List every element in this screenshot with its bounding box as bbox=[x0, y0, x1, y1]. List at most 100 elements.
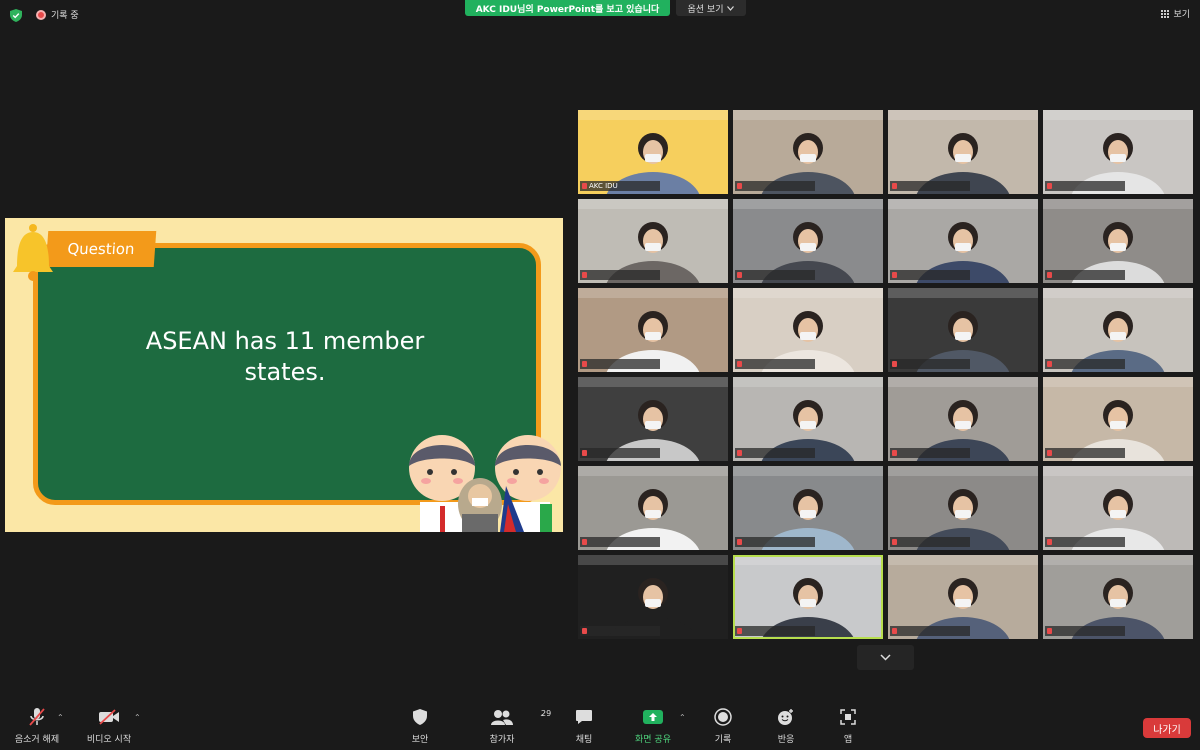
slide-text-line: ASEAN has 11 member bbox=[145, 327, 425, 355]
participant-name: AKC IDU bbox=[589, 182, 618, 190]
participants-button[interactable]: 29 참가자 bbox=[467, 705, 552, 745]
participant-name-tag bbox=[1045, 448, 1125, 458]
slide-text: ASEAN has 11 member states. bbox=[65, 326, 505, 388]
leave-meeting-button[interactable]: 나가기 bbox=[1143, 718, 1191, 738]
muted-mic-icon bbox=[892, 183, 897, 189]
muted-mic-icon bbox=[892, 539, 897, 545]
participant-video-tile[interactable] bbox=[733, 199, 883, 283]
participant-name-tag bbox=[890, 270, 970, 280]
participant-name-tag bbox=[735, 626, 815, 636]
recording-icon bbox=[36, 9, 46, 20]
recording-indicator[interactable]: 기록 중 bbox=[36, 8, 79, 21]
muted-mic-icon bbox=[1047, 361, 1052, 367]
muted-mic-icon bbox=[582, 272, 587, 278]
reactions-button[interactable]: 반응 bbox=[751, 705, 821, 745]
participant-video-tile[interactable] bbox=[888, 466, 1038, 550]
participant-video-tile[interactable] bbox=[1043, 199, 1193, 283]
muted-mic-icon bbox=[582, 539, 587, 545]
question-label: Question bbox=[45, 231, 157, 267]
participant-name-tag bbox=[890, 626, 970, 636]
participant-name-tag bbox=[580, 448, 660, 458]
muted-mic-icon bbox=[892, 450, 897, 456]
start-video-button[interactable]: 비디오 시작 bbox=[74, 705, 144, 745]
screen-share-banner: AKC IDU님의 PowerPoint를 보고 있습니다 bbox=[465, 0, 670, 16]
participant-video-tile[interactable] bbox=[578, 199, 728, 283]
bell-icon bbox=[13, 224, 53, 281]
participant-video-tile[interactable] bbox=[888, 555, 1038, 639]
record-button[interactable]: 기록 bbox=[688, 705, 758, 745]
participant-video-tile[interactable] bbox=[1043, 377, 1193, 461]
muted-mic-icon bbox=[1047, 183, 1052, 189]
kids-illustration bbox=[409, 435, 561, 532]
chevron-down-icon bbox=[880, 654, 891, 661]
participant-video-tile[interactable] bbox=[733, 466, 883, 550]
participants-label: 참가자 bbox=[489, 735, 515, 745]
participant-video-tile[interactable] bbox=[578, 288, 728, 372]
participant-name-tag bbox=[580, 537, 660, 547]
participant-video-tile[interactable] bbox=[888, 199, 1038, 283]
muted-mic-icon bbox=[29, 708, 45, 726]
shield-icon bbox=[413, 709, 427, 725]
security-button[interactable]: 보안 bbox=[385, 705, 455, 745]
participant-video-tile[interactable] bbox=[733, 377, 883, 461]
apps-icon bbox=[840, 709, 856, 725]
participant-video-tile[interactable] bbox=[578, 555, 728, 639]
view-mode-button[interactable]: 보기 bbox=[1160, 7, 1190, 20]
view-options-button[interactable]: 옵션 보기 bbox=[676, 0, 746, 16]
muted-mic-icon bbox=[582, 628, 587, 634]
security-label: 보안 bbox=[411, 735, 429, 745]
participants-options-caret[interactable]: ⌃ bbox=[539, 713, 546, 722]
participant-name-tag bbox=[890, 359, 970, 369]
video-off-icon bbox=[99, 709, 119, 725]
muted-mic-icon bbox=[737, 272, 742, 278]
participant-name-tag bbox=[890, 181, 970, 191]
apps-button[interactable]: 앱 bbox=[813, 705, 883, 745]
participant-video-tile[interactable] bbox=[1043, 555, 1193, 639]
chat-icon bbox=[576, 710, 592, 724]
muted-mic-icon bbox=[582, 450, 587, 456]
participant-name-tag bbox=[735, 181, 815, 191]
participant-name-tag bbox=[580, 359, 660, 369]
view-mode-label: 보기 bbox=[1173, 10, 1190, 20]
unmute-button[interactable]: 음소거 해제 bbox=[2, 705, 72, 745]
gallery-scroll-down-button[interactable] bbox=[857, 645, 914, 670]
participant-name-tag bbox=[1045, 359, 1125, 369]
participant-name-tag bbox=[735, 270, 815, 280]
muted-mic-icon bbox=[737, 628, 742, 634]
muted-mic-icon bbox=[892, 361, 897, 367]
muted-mic-icon bbox=[737, 539, 742, 545]
participant-name-tag bbox=[1045, 626, 1125, 636]
security-shield-icon[interactable] bbox=[10, 9, 22, 22]
participant-video-tile[interactable] bbox=[733, 288, 883, 372]
audio-options-caret[interactable]: ⌃ bbox=[57, 713, 64, 722]
participant-video-tile[interactable] bbox=[578, 377, 728, 461]
muted-mic-icon bbox=[582, 361, 587, 367]
video-gallery: AKC IDU bbox=[578, 110, 1194, 644]
participant-video-tile[interactable] bbox=[1043, 466, 1193, 550]
record-label: 기록 bbox=[714, 735, 732, 745]
participant-video-tile[interactable] bbox=[888, 110, 1038, 194]
muted-mic-icon bbox=[1047, 272, 1052, 278]
video-options-caret[interactable]: ⌃ bbox=[134, 713, 141, 722]
muted-mic-icon bbox=[737, 450, 742, 456]
participant-video-tile[interactable] bbox=[888, 288, 1038, 372]
participant-video-tile[interactable] bbox=[1043, 288, 1193, 372]
chevron-down-icon bbox=[727, 5, 735, 11]
participant-video-tile[interactable] bbox=[733, 555, 883, 639]
share-options-caret[interactable]: ⌃ bbox=[679, 713, 686, 722]
participant-video-tile[interactable] bbox=[733, 110, 883, 194]
participant-video-tile[interactable] bbox=[888, 377, 1038, 461]
view-options-label: 옵션 보기 bbox=[687, 4, 724, 15]
record-icon bbox=[714, 708, 732, 726]
muted-mic-icon bbox=[582, 183, 587, 189]
participant-video-tile[interactable] bbox=[1043, 110, 1193, 194]
participant-video-tile[interactable] bbox=[578, 466, 728, 550]
muted-mic-icon bbox=[1047, 539, 1052, 545]
muted-mic-icon bbox=[892, 272, 897, 278]
participant-name-tag bbox=[1045, 537, 1125, 547]
share-screen-button[interactable]: 화면 공유 bbox=[618, 705, 688, 745]
shared-slide: Question ASEAN has 11 member states. bbox=[5, 218, 563, 532]
participant-name-tag bbox=[580, 626, 660, 636]
participant-video-tile[interactable]: AKC IDU bbox=[578, 110, 728, 194]
chat-button[interactable]: 채팅 bbox=[549, 705, 619, 745]
